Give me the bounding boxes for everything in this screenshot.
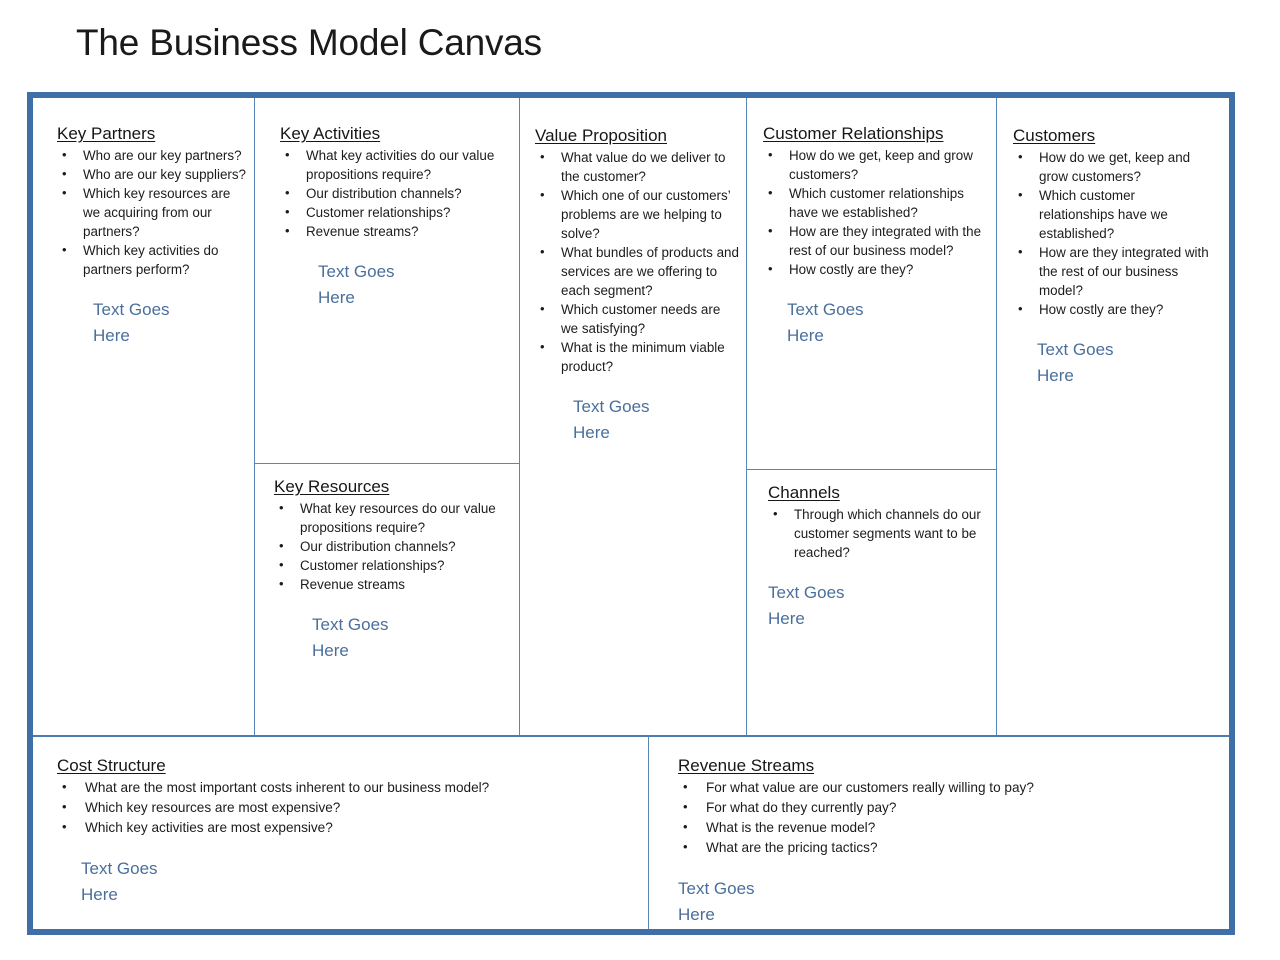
placeholder-line-1: Text Goes: [81, 859, 158, 878]
placeholder-line-2: Here: [312, 641, 349, 660]
placeholder-customers[interactable]: Text Goes Here: [1013, 337, 1213, 389]
list-item: Revenue streams: [274, 574, 522, 594]
bullet-list-customers: How do we get, keep and grow customers? …: [1013, 147, 1213, 319]
placeholder-customer-relationships[interactable]: Text Goes Here: [763, 297, 991, 349]
block-title-channels: Channels: [768, 483, 840, 502]
list-item: Which customer relationships have we est…: [1013, 185, 1213, 243]
list-item: What are the pricing tactics?: [678, 837, 1218, 858]
bullet-list-key-partners: Who are our key partners? Who are our ke…: [57, 145, 247, 279]
divider-v-bottom-row: [648, 735, 649, 929]
placeholder-line-2: Here: [81, 885, 118, 904]
block-title-customers: Customers: [1013, 126, 1096, 145]
divider-h-bottom-row: [33, 735, 1229, 737]
list-item: Which key activities do partners perform…: [57, 240, 247, 279]
placeholder-line-1: Text Goes: [93, 300, 170, 319]
placeholder-cost-structure[interactable]: Text Goes Here: [57, 856, 637, 908]
block-title-value-proposition: Value Proposition: [535, 126, 667, 145]
list-item: What are the most important costs inhere…: [57, 777, 637, 798]
bullet-list-channels: Through which channels do our customer s…: [768, 504, 996, 562]
placeholder-key-partners[interactable]: Text Goes Here: [57, 297, 247, 349]
block-revenue-streams[interactable]: Revenue Streams For what value are our c…: [678, 756, 1218, 928]
list-item: For what do they currently pay?: [678, 797, 1218, 818]
bullet-list-revenue-streams: For what value are our customers really …: [678, 777, 1218, 858]
block-customer-relationships[interactable]: Customer Relationships How do we get, ke…: [763, 124, 991, 349]
list-item: Which customer relationships have we est…: [763, 183, 991, 222]
list-item: Our distribution channels?: [280, 183, 510, 203]
list-item: Who are our key partners?: [57, 145, 247, 165]
divider-v-value-proposition: [746, 98, 747, 735]
block-key-resources[interactable]: Key Resources What key resources do our …: [274, 477, 522, 664]
list-item: What key activities do our value proposi…: [280, 145, 510, 184]
block-title-customer-relationships: Customer Relationships: [763, 124, 944, 143]
list-item: Customer relationships?: [274, 555, 522, 575]
list-item: What is the minimum viable product?: [535, 337, 740, 376]
page-title: The Business Model Canvas: [76, 22, 542, 63]
placeholder-line-2: Here: [573, 423, 610, 442]
list-item: Which key resources are most expensive?: [57, 797, 637, 818]
list-item: For what value are our customers really …: [678, 777, 1218, 798]
list-item: Which customer needs are we satisfying?: [535, 299, 740, 338]
bullet-list-key-resources: What key resources do our value proposit…: [274, 498, 522, 594]
canvas-frame: Key Partners Who are our key partners? W…: [27, 92, 1235, 935]
bullet-list-cost-structure: What are the most important costs inhere…: [57, 777, 637, 838]
list-item: How do we get, keep and grow customers?: [763, 145, 991, 184]
list-item: Which key activities are most expensive?: [57, 817, 637, 838]
block-value-proposition[interactable]: Value Proposition What value do we deliv…: [535, 126, 740, 446]
divider-h-key-resources: [254, 463, 520, 464]
list-item: How are they integrated with the rest of…: [1013, 242, 1213, 300]
block-customers[interactable]: Customers How do we get, keep and grow c…: [1013, 126, 1213, 389]
list-item: Customer relationships?: [280, 202, 510, 222]
list-item: How costly are they?: [1013, 299, 1213, 319]
bullet-list-value-proposition: What value do we deliver to the customer…: [535, 147, 740, 376]
block-title-key-activities: Key Activities: [280, 124, 381, 143]
placeholder-key-resources[interactable]: Text Goes Here: [274, 612, 522, 664]
block-cost-structure[interactable]: Cost Structure What are the most importa…: [57, 756, 637, 908]
list-item: How do we get, keep and grow customers?: [1013, 147, 1213, 186]
divider-v-key-partners: [254, 98, 255, 735]
placeholder-line-2: Here: [678, 905, 715, 924]
list-item: How costly are they?: [763, 259, 991, 279]
list-item: Through which channels do our customer s…: [768, 504, 996, 562]
placeholder-line-2: Here: [768, 609, 805, 628]
list-item: What bundles of products and services ar…: [535, 242, 740, 300]
placeholder-key-activities[interactable]: Text Goes Here: [280, 259, 510, 311]
block-key-partners[interactable]: Key Partners Who are our key partners? W…: [57, 124, 247, 349]
list-item: Who are our key suppliers?: [57, 164, 247, 184]
placeholder-line-2: Here: [1037, 366, 1074, 385]
placeholder-line-1: Text Goes: [768, 583, 845, 602]
list-item: Which key resources are we acquiring fro…: [57, 183, 247, 241]
list-item: Revenue streams?: [280, 221, 510, 241]
placeholder-line-2: Here: [787, 326, 824, 345]
block-title-key-resources: Key Resources: [274, 477, 390, 496]
block-title-cost-structure: Cost Structure: [57, 756, 166, 775]
list-item: Our distribution channels?: [274, 536, 522, 556]
placeholder-value-proposition[interactable]: Text Goes Here: [535, 394, 740, 446]
block-channels[interactable]: Channels Through which channels do our c…: [768, 483, 996, 632]
placeholder-line-1: Text Goes: [678, 879, 755, 898]
bullet-list-customer-relationships: How do we get, keep and grow customers? …: [763, 145, 991, 279]
bullet-list-key-activities: What key activities do our value proposi…: [280, 145, 510, 241]
placeholder-channels[interactable]: Text Goes Here: [768, 580, 996, 632]
list-item: What is the revenue model?: [678, 817, 1218, 838]
block-title-revenue-streams: Revenue Streams: [678, 756, 815, 775]
placeholder-revenue-streams[interactable]: Text Goes Here: [678, 876, 1218, 928]
placeholder-line-1: Text Goes: [1037, 340, 1114, 359]
divider-v-customer-relationships: [996, 98, 997, 735]
placeholder-line-1: Text Goes: [787, 300, 864, 319]
block-key-activities[interactable]: Key Activities What key activities do ou…: [280, 124, 510, 311]
placeholder-line-2: Here: [318, 288, 355, 307]
block-title-key-partners: Key Partners: [57, 124, 156, 143]
list-item: Which one of our customers’ problems are…: [535, 185, 740, 243]
divider-h-channels: [746, 469, 997, 470]
list-item: What key resources do our value proposit…: [274, 498, 522, 537]
business-model-canvas-page: The Business Model Canvas Key Partners W…: [0, 0, 1280, 960]
list-item: How are they integrated with the rest of…: [763, 221, 991, 260]
placeholder-line-2: Here: [93, 326, 130, 345]
placeholder-line-1: Text Goes: [318, 262, 395, 281]
placeholder-line-1: Text Goes: [573, 397, 650, 416]
list-item: What value do we deliver to the customer…: [535, 147, 740, 186]
canvas-inner: Key Partners Who are our key partners? W…: [33, 98, 1229, 929]
placeholder-line-1: Text Goes: [312, 615, 389, 634]
